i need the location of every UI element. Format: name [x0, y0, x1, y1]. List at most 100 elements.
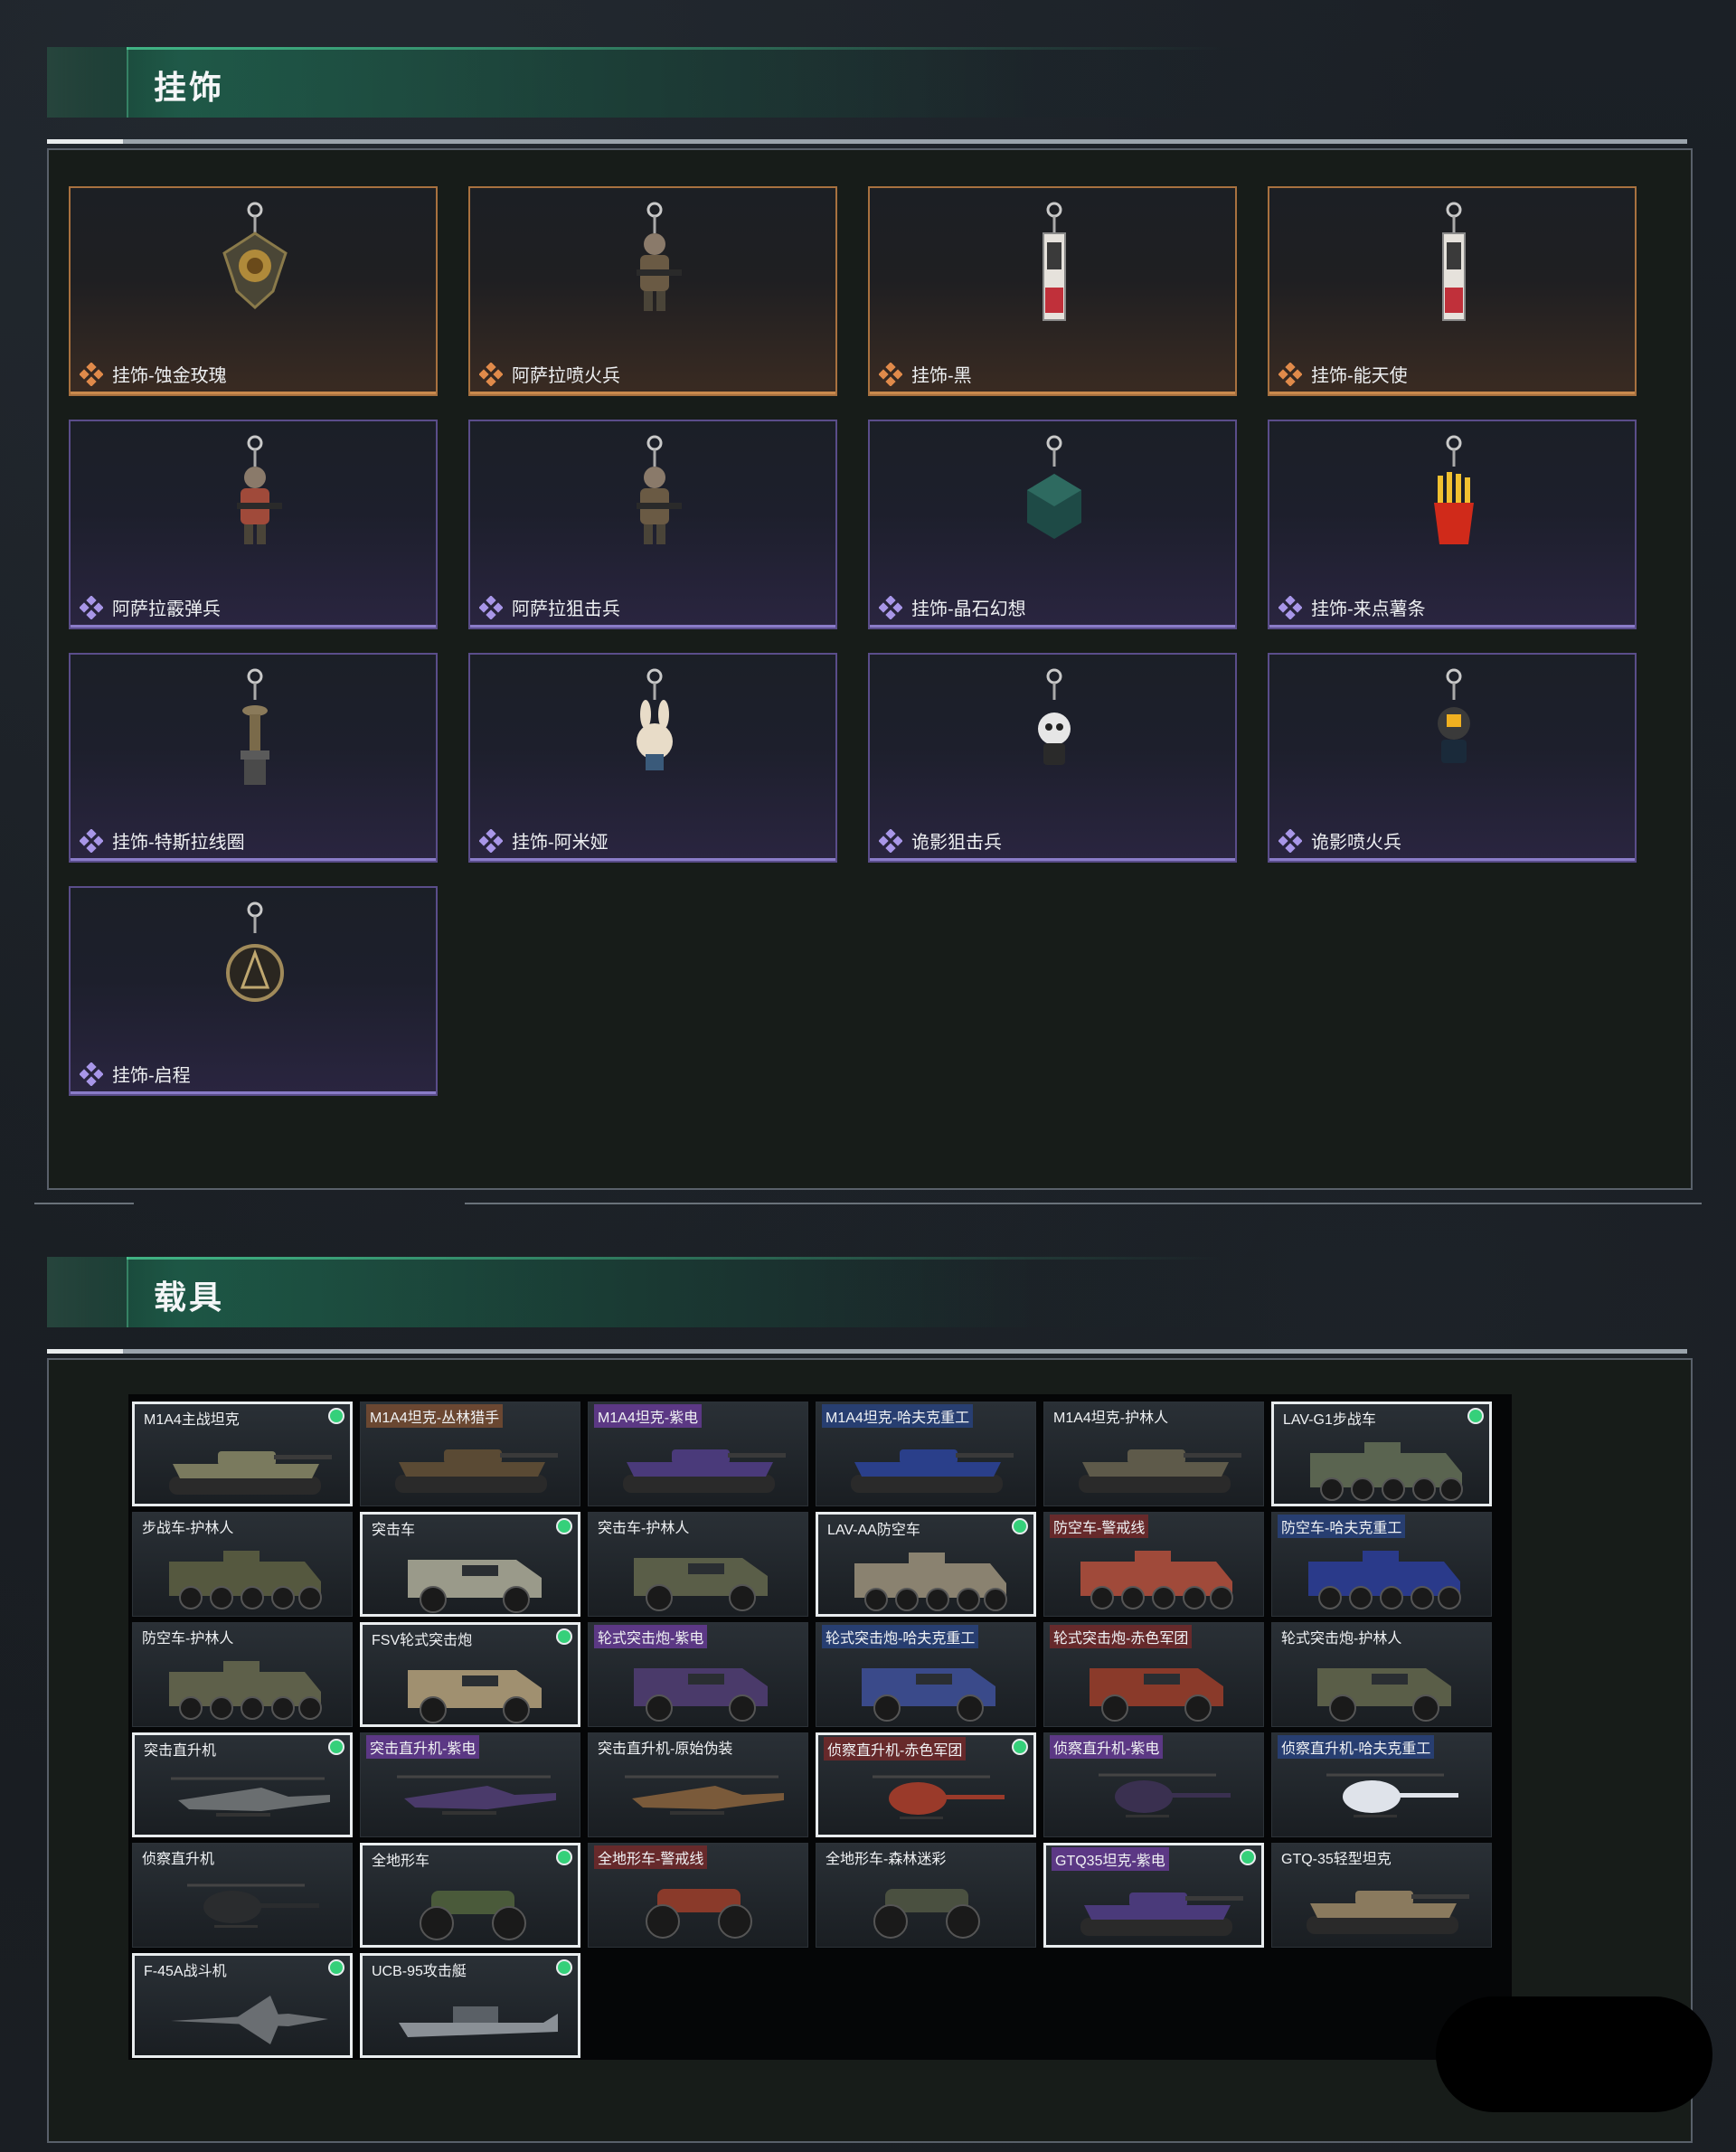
card-bottom-accent	[470, 625, 835, 628]
vehicle-tile[interactable]: 全地形车-森林迷彩	[816, 1843, 1036, 1948]
charm-card[interactable]: 挂饰-晶石幻想	[868, 420, 1237, 629]
tesla-coil-charm	[210, 664, 300, 799]
rarity-purple-icon	[79, 828, 104, 854]
vehicle-tile[interactable]: 轮式突击炮-紫电	[588, 1622, 808, 1727]
vehicle-name: 全地形车-警戒线	[594, 1845, 708, 1869]
vehicle-tile[interactable]: 侦察直升机	[132, 1843, 353, 1948]
vehicle-tile[interactable]: GTQ35坦克-紫电	[1043, 1843, 1264, 1948]
section-title: 载具	[154, 1279, 225, 1316]
card-bottom-accent	[71, 858, 436, 861]
charm-card[interactable]: 挂饰-启程	[69, 886, 438, 1096]
vehicle-tile[interactable]: 轮式突击炮-护林人	[1271, 1622, 1492, 1727]
charm-name: 挂饰-黑	[911, 366, 972, 386]
vehicle-tile[interactable]: 侦察直升机-赤色军团	[816, 1732, 1036, 1837]
tank-vehicle-icon	[1290, 1864, 1475, 1945]
vehicle-name: 侦察直升机-赤色军团	[824, 1737, 967, 1760]
card-bottom-accent	[470, 392, 835, 394]
vehicle-tile[interactable]: 防空车-护林人	[132, 1622, 353, 1727]
card-bottom-accent	[870, 625, 1235, 628]
vehicle-tile[interactable]: GTQ-35轻型坦克	[1271, 1843, 1492, 1948]
vehicle-tile[interactable]: LAV-G1步战车	[1271, 1402, 1492, 1506]
owned-indicator-icon	[558, 1961, 571, 1974]
section-header-bar	[47, 47, 1693, 118]
vehicle-tile[interactable]: M1A4坦克-紫电	[588, 1402, 808, 1506]
vehicle-tile[interactable]: 步战车-护林人	[132, 1512, 353, 1617]
vehicle-tile[interactable]: LAV-AA防空车	[816, 1512, 1036, 1617]
exusiai-tag-charm	[1409, 197, 1499, 333]
vehicle-name: 轮式突击炮-哈夫克重工	[822, 1625, 979, 1648]
vehicle-name: M1A4坦克-护林人	[1053, 1411, 1169, 1426]
charm-card[interactable]: 诡影狙击兵	[868, 653, 1237, 863]
vehicle-tile[interactable]: 防空车-警戒线	[1043, 1512, 1264, 1617]
vehicle-tile[interactable]: M1A4坦克-哈夫克重工	[816, 1402, 1036, 1506]
vehicle-tile[interactable]: 侦察直升机-紫电	[1043, 1732, 1264, 1837]
charms-section-header: 挂饰	[47, 47, 1693, 144]
vehicle-tile[interactable]: M1A4主战坦克	[132, 1402, 353, 1506]
card-bottom-accent	[71, 1091, 436, 1094]
vehicle-tile[interactable]: 侦察直升机-哈夫克重工	[1271, 1732, 1492, 1837]
tank-vehicle-icon	[1064, 1865, 1249, 1945]
panel-frame-line	[465, 1203, 1702, 1204]
smallheli-vehicle-icon	[151, 1864, 335, 1945]
truck-vehicle-icon	[381, 1534, 565, 1614]
departure-emblem-charm	[210, 897, 300, 1033]
french-fries-charm	[1409, 430, 1499, 566]
vehicle-name: 突击直升机-紫电	[366, 1735, 480, 1759]
tank-vehicle-icon	[835, 1422, 1019, 1504]
vehicle-tile[interactable]: 突击直升机-原始伪装	[588, 1732, 808, 1837]
rarity-orange-icon	[478, 362, 504, 387]
vehicle-name: 侦察直升机	[142, 1852, 215, 1867]
charm-name: 挂饰-能天使	[1311, 366, 1408, 386]
heli-vehicle-icon	[379, 1753, 563, 1835]
panel-frame-line	[34, 1203, 134, 1204]
vehicle-name: 突击车-护林人	[598, 1521, 690, 1536]
charm-card[interactable]: 诡影喷火兵	[1268, 653, 1637, 863]
vehicle-grid: M1A4主战坦克 M1A4坦克-丛林猎手 M1A4坦克-紫电 M1A4坦克-哈夫克重工…	[128, 1394, 1512, 2060]
vehicle-name: 全地形车	[372, 1854, 430, 1869]
vehicle-name: M1A4主战坦克	[144, 1412, 240, 1428]
charm-card[interactable]: 挂饰-蚀金玫瑰	[69, 186, 438, 396]
vehicle-tile[interactable]: M1A4坦克-丛林猎手	[360, 1402, 580, 1506]
charm-card[interactable]: 挂饰-阿米娅	[468, 653, 837, 863]
vehicle-tile[interactable]: 突击直升机	[132, 1732, 353, 1837]
charm-name: 挂饰-来点薯条	[1311, 599, 1426, 619]
vehicle-tile[interactable]: 全地形车	[360, 1843, 580, 1948]
vehicle-tile[interactable]: M1A4坦克-护林人	[1043, 1402, 1264, 1506]
vehicle-tile[interactable]: 突击车	[360, 1512, 580, 1617]
vehicle-name: 防空车-护林人	[142, 1631, 234, 1647]
amiya-bunny-charm	[609, 664, 700, 799]
vehicle-tile[interactable]: 轮式突击炮-赤色军团	[1043, 1622, 1264, 1727]
charm-card[interactable]: 挂饰-黑	[868, 186, 1237, 396]
vehicle-tile[interactable]: 全地形车-警戒线	[588, 1843, 808, 1948]
charm-name: 挂饰-特斯拉线圈	[112, 833, 245, 853]
vehicle-name: 轮式突击炮-赤色军团	[1050, 1625, 1193, 1648]
apc-vehicle-icon	[836, 1534, 1021, 1614]
heli-vehicle-icon	[607, 1753, 791, 1835]
vehicle-tile[interactable]: F-45A战斗机	[132, 1953, 353, 2058]
black-tag-charm	[1009, 197, 1099, 333]
card-bottom-accent	[1269, 858, 1635, 861]
charm-card[interactable]: 阿萨拉狙击兵	[468, 420, 837, 629]
vehicle-tile[interactable]: 突击直升机-紫电	[360, 1732, 580, 1837]
vehicle-tile[interactable]: 防空车-哈夫克重工	[1271, 1512, 1492, 1617]
vehicle-name: 轮式突击炮-护林人	[1281, 1631, 1402, 1647]
smallheli-vehicle-icon	[1290, 1753, 1475, 1835]
truck-vehicle-icon	[607, 1533, 791, 1614]
charm-card[interactable]: 阿萨拉喷火兵	[468, 186, 837, 396]
vehicle-name: M1A4坦克-丛林猎手	[366, 1404, 504, 1428]
card-bottom-accent	[1269, 625, 1635, 628]
charm-card[interactable]: 挂饰-能天使	[1268, 186, 1637, 396]
vehicle-tile[interactable]: FSV轮式突击炮	[360, 1622, 580, 1727]
vehicle-tile[interactable]: 突击车-护林人	[588, 1512, 808, 1617]
vehicle-tile[interactable]: UCB-95攻击艇	[360, 1953, 580, 2058]
owned-indicator-icon	[1014, 1741, 1026, 1753]
tank-vehicle-icon	[1062, 1422, 1247, 1504]
vehicle-name: 突击车	[372, 1523, 416, 1538]
owned-indicator-icon	[330, 1961, 343, 1974]
charm-card[interactable]: 阿萨拉霰弹兵	[69, 420, 438, 629]
charm-card[interactable]: 挂饰-来点薯条	[1268, 420, 1637, 629]
rarity-purple-icon	[1278, 595, 1303, 620]
charm-card[interactable]: 挂饰-特斯拉线圈	[69, 653, 438, 863]
vehicle-tile[interactable]: 轮式突击炮-哈夫克重工	[816, 1622, 1036, 1727]
apc-vehicle-icon	[151, 1533, 335, 1614]
